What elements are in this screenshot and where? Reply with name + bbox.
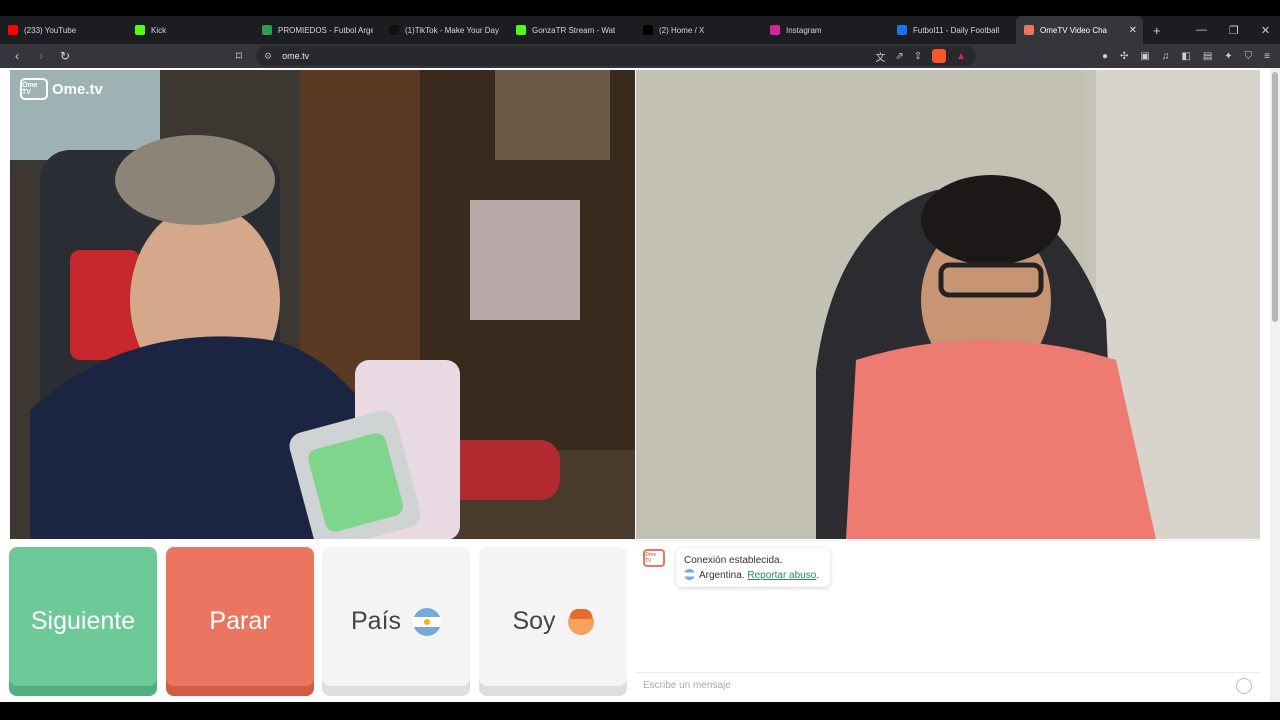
wallet-icon[interactable]: ▤ <box>1203 51 1212 62</box>
x-icon <box>643 25 653 35</box>
close-window-button[interactable]: ✕ <box>1261 24 1270 37</box>
screenshot-icon[interactable]: ▣ <box>1140 51 1149 62</box>
report-suffix: . <box>816 570 820 581</box>
country-button-label: País <box>350 607 402 635</box>
tab-label: Instagram <box>786 25 822 35</box>
next-button[interactable]: Siguiente <box>9 547 157 696</box>
partner-country-line: Argentina. Reportar abuso. <box>684 568 822 583</box>
message-input[interactable]: Escribe un mensaje <box>636 672 1260 698</box>
close-tab-icon[interactable]: ✕ <box>1129 25 1137 36</box>
remote-video <box>636 70 1260 539</box>
next-button-label: Siguiente <box>30 607 136 635</box>
tab-label: OmeTV Video Cha <box>1040 25 1107 35</box>
brave-rewards-icon[interactable]: ▲ <box>956 51 966 62</box>
screen-bottom-bar <box>0 702 1280 720</box>
browser-tab[interactable]: Instagram <box>762 16 889 44</box>
browser-tab[interactable]: (1)TikTok - Make Your Day <box>381 16 508 44</box>
menu-icon[interactable]: ≡ <box>1264 51 1270 62</box>
open-external-icon[interactable]: ⇗ <box>895 51 903 62</box>
tab-strip: (233) YouTube Kick PROMIEDOS - Futbol Arge… <box>0 16 1280 44</box>
remote-video-scene <box>636 70 1260 539</box>
kick-icon <box>516 25 526 35</box>
tab-label: PROMIEDOS - Futbol Arge <box>278 25 373 35</box>
ometv-logo[interactable]: Ome TV Ome.tv <box>20 78 103 100</box>
argentina-flag-icon <box>413 607 442 636</box>
gender-button[interactable]: Soy <box>479 547 627 696</box>
browser-tab[interactable]: Futbol11 - Daily Football <box>889 16 1016 44</box>
ometv-chat-logo-icon: Ome TV <box>643 549 665 567</box>
browser-toolbar: ‹ › ↻ ⌑ ⚙ ome.tv 文 ⇗ ⇪ ▲ ● ✣ ▣ ♫ ◧ ▤ ✦ ⛉… <box>0 44 1280 68</box>
ometv-badge-icon: Ome TV <box>20 78 48 100</box>
browser-tab[interactable]: (233) YouTube <box>0 16 127 44</box>
translate-icon[interactable]: 文 <box>875 49 885 64</box>
page-content: Ome TV Ome.tv Siguiente Parar País Soy O… <box>0 68 1280 720</box>
screen-top-bar <box>0 0 1280 16</box>
tab-label: Kick <box>151 25 167 35</box>
browser-tab[interactable]: OmeTV Video Cha ✕ <box>1016 16 1143 44</box>
gender-button-label: Soy <box>512 607 556 635</box>
tab-label: (1)TikTok - Make Your Day <box>405 25 499 35</box>
report-abuse-link[interactable]: Reportar abuso <box>747 570 816 581</box>
message-placeholder: Escribe un mensaje <box>643 680 731 691</box>
argentina-flag-icon <box>684 569 695 580</box>
extensions-icon[interactable]: ✣ <box>1120 51 1128 62</box>
country-button[interactable]: País <box>322 547 470 696</box>
bookmark-icon[interactable]: ⌑ <box>232 49 246 63</box>
browser-tab[interactable]: Kick <box>127 16 254 44</box>
browser-tab[interactable]: PROMIEDOS - Futbol Arge <box>254 16 381 44</box>
leo-ai-icon[interactable]: ✦ <box>1224 51 1232 62</box>
partner-country: Argentina. <box>699 570 745 581</box>
browser-tab[interactable]: GonzaTR Stream - Wat <box>508 16 635 44</box>
address-bar[interactable]: ⚙ ome.tv 文 ⇗ ⇪ ▲ <box>256 46 976 66</box>
local-video-scene <box>10 70 635 539</box>
tab-label: (2) Home / X <box>659 25 705 35</box>
share-icon[interactable]: ⇪ <box>914 51 922 62</box>
minimize-button[interactable]: — <box>1196 24 1207 36</box>
browser-tab[interactable]: (2) Home / X <box>635 16 762 44</box>
system-message: Conexión establecida. Argentina. Reporta… <box>676 548 830 587</box>
connection-status: Conexión establecida. <box>684 555 783 566</box>
reload-icon[interactable]: ↻ <box>58 49 72 63</box>
tab-label: GonzaTR Stream - Wat <box>532 25 616 35</box>
promiedos-icon <box>262 25 272 35</box>
scrollbar[interactable] <box>1270 68 1280 708</box>
brave-shields-icon[interactable] <box>932 49 947 63</box>
tiktok-icon <box>389 25 399 35</box>
media-icon[interactable]: ♫ <box>1162 51 1170 62</box>
sidebar-icon[interactable]: ◧ <box>1181 51 1190 62</box>
forward-icon[interactable]: › <box>34 49 48 63</box>
maximize-button[interactable]: ❐ <box>1229 24 1239 37</box>
tab-label: (233) YouTube <box>24 25 77 35</box>
url-text: ome.tv <box>282 51 310 61</box>
youtube-icon <box>8 25 18 35</box>
stop-button[interactable]: Parar <box>166 547 314 696</box>
male-face-icon <box>567 608 594 635</box>
vpn-icon[interactable]: ⛉ <box>1245 51 1253 62</box>
tab-label: Futbol11 - Daily Football <box>913 25 1000 35</box>
emoji-icon[interactable] <box>1236 678 1252 694</box>
record-icon[interactable]: ● <box>1102 51 1108 62</box>
scrollbar-thumb[interactable] <box>1272 72 1278 322</box>
window-controls: — ❐ ✕ <box>1196 16 1270 44</box>
kick-icon <box>135 25 145 35</box>
ometv-logo-text: Ome.tv <box>52 80 103 98</box>
new-tab-button[interactable]: + <box>1153 23 1161 38</box>
back-icon[interactable]: ‹ <box>10 49 24 63</box>
site-settings-icon[interactable]: ⚙ <box>264 51 272 62</box>
ometv-icon <box>1024 25 1034 35</box>
futbol11-icon <box>897 25 907 35</box>
local-video: Ome TV Ome.tv <box>10 70 635 539</box>
instagram-icon <box>770 25 780 35</box>
stop-button-label: Parar <box>209 607 271 635</box>
